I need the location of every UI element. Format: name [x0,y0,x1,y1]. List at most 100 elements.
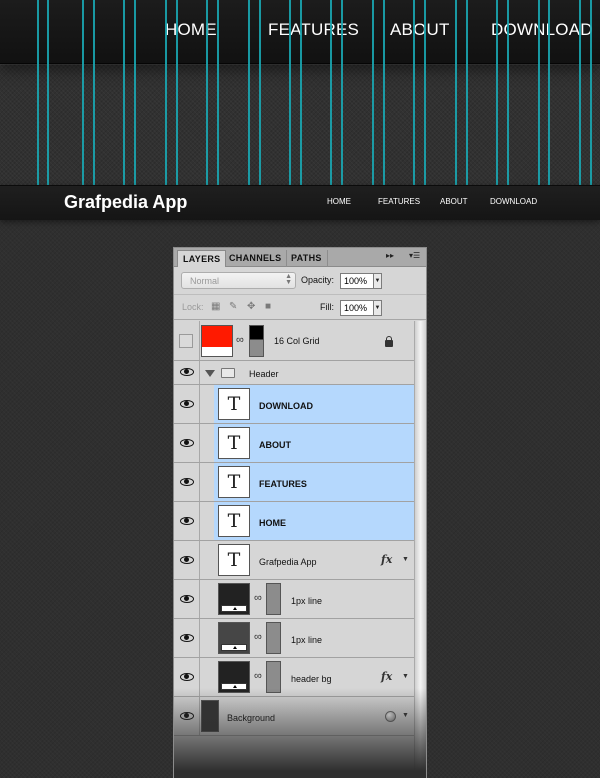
folder-icon [221,368,235,378]
zoom-nav-about[interactable]: ABOUT [390,20,450,40]
visibility-cell[interactable] [174,619,200,657]
layer-about[interactable]: T ABOUT [174,424,414,463]
layer-header-bg[interactable]: ∞ header bg fx ▼ [174,658,414,697]
layer-16-col-grid[interactable]: ∞ 16 Col Grid [174,321,414,361]
eye-icon[interactable] [180,634,194,642]
site-logo[interactable]: Grafpedia App [64,192,187,213]
eye-icon[interactable] [180,478,194,486]
select-arrows-icon: ▲ ▼ [285,273,292,286]
eye-icon[interactable] [180,712,194,720]
visibility-cell[interactable] [174,580,200,618]
layers-scrollbar[interactable] [414,321,426,778]
site-nav-home[interactable]: HOME [327,197,351,206]
visibility-off-box[interactable] [179,334,193,348]
layer-1px-line-1[interactable]: ∞ 1px line [174,580,414,619]
link-icon: ∞ [236,334,244,346]
layer-effects-icon[interactable]: fx [381,553,392,566]
eye-icon[interactable] [180,556,194,564]
zoom-nav-features[interactable]: FEATURES [268,20,359,40]
layers-panel: LAYERS CHANNELS PATHS ▸▸ ▾☰ Normal ▲ ▼ Op… [173,247,427,778]
zoom-nav-home[interactable]: HOME [165,20,217,40]
lock-transparency-icon[interactable]: ▦ [211,301,220,312]
visibility-cell[interactable] [174,502,200,540]
layer-effects-icon[interactable]: fx [381,670,392,683]
type-layer-icon: T [218,544,250,576]
visibility-cell[interactable] [174,361,200,384]
type-layer-icon: T [218,505,250,537]
site-nav-download[interactable]: DOWNLOAD [490,197,537,206]
visibility-cell[interactable] [174,697,200,735]
panel-collapse-icon[interactable]: ▸▸ [386,251,394,260]
site-nav-about[interactable]: ABOUT [440,197,468,206]
lock-paint-icon[interactable]: ✎ [229,301,237,312]
layer-download[interactable]: T DOWNLOAD [174,385,414,424]
expand-effects-icon[interactable]: ▼ [402,556,409,563]
lock-label: Lock: [182,302,204,312]
layer-thumbnail [201,700,219,732]
link-icon: ∞ [254,592,262,604]
layer-thumbnail [201,325,233,357]
eye-icon[interactable] [180,439,194,447]
layer-thumbnail [218,661,250,693]
layer-style-icon[interactable] [385,711,396,722]
type-layer-icon: T [218,388,250,420]
expand-effects-icon[interactable]: ▼ [402,712,409,719]
layer-mask-thumbnail [249,325,264,357]
layer-name: 1px line [291,596,323,606]
zoomed-nav-bar: HOME FEATURES ABOUT DOWNLOAD [0,0,600,64]
visibility-cell[interactable] [174,424,200,462]
visibility-cell[interactable] [174,385,200,423]
tab-layers[interactable]: LAYERS [177,250,227,267]
link-icon: ∞ [254,631,262,643]
layer-grafpedia-app[interactable]: T Grafpedia App fx ▼ [174,541,414,580]
layer-1px-line-2[interactable]: ∞ 1px line [174,619,414,658]
eye-icon[interactable] [180,517,194,525]
panel-tabs: LAYERS CHANNELS PATHS ▸▸ ▾☰ [174,248,426,267]
layer-name: DOWNLOAD [259,401,313,411]
visibility-cell[interactable] [174,463,200,501]
lock-all-icon[interactable]: ■ [265,301,271,312]
layer-name: Grafpedia App [259,557,317,567]
layer-thumbnail [218,583,250,615]
panel-menu-icon[interactable]: ▾☰ [409,251,420,260]
eye-icon[interactable] [180,400,194,408]
thumbnail-strip [221,605,247,612]
thumbnail-strip [221,683,247,690]
opacity-input[interactable]: 100% [340,273,374,289]
lock-position-icon[interactable]: ✥ [247,301,255,312]
layer-group-header[interactable]: Header [174,361,414,385]
layer-mask-thumbnail [266,583,281,615]
fill-input[interactable]: 100% [340,300,374,316]
zoomed-header-preview: HOME FEATURES ABOUT DOWNLOAD [0,0,600,185]
expand-effects-icon[interactable]: ▼ [402,673,409,680]
layer-name: header bg [291,674,332,684]
layer-name: Background [227,713,276,723]
eye-icon[interactable] [180,368,194,376]
layer-home[interactable]: T HOME [174,502,414,541]
eye-icon[interactable] [180,595,194,603]
fill-dropdown-icon[interactable]: ▼ [373,300,382,316]
layer-name: ABOUT [259,440,291,450]
site-nav-features[interactable]: FEATURES [378,197,420,206]
visibility-cell[interactable] [174,321,200,360]
visibility-cell[interactable] [174,541,200,579]
zoom-nav-download[interactable]: DOWNLOAD [491,20,593,40]
layer-mask-thumbnail [266,622,281,654]
layer-name: HOME [259,518,286,528]
type-layer-icon: T [218,466,250,498]
layer-features[interactable]: T FEATURES [174,463,414,502]
layer-name: Header [249,369,279,379]
visibility-cell[interactable] [174,658,200,696]
layer-background[interactable]: Background ▼ [174,697,414,736]
tab-channels[interactable]: CHANNELS [224,250,288,267]
thumbnail-strip [221,644,247,651]
blend-mode-select[interactable]: Normal ▲ ▼ [181,272,296,289]
layer-lock-icon [385,336,393,347]
expand-triangle-icon[interactable] [205,370,215,377]
opacity-dropdown-icon[interactable]: ▼ [373,273,382,289]
type-layer-icon: T [218,427,250,459]
eye-icon[interactable] [180,673,194,681]
layer-name: 1px line [291,635,323,645]
tab-paths[interactable]: PATHS [286,250,328,267]
layer-name: FEATURES [259,479,307,489]
